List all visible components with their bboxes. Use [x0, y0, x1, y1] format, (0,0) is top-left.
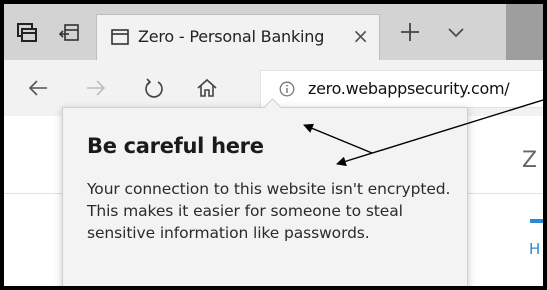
accent-bar [530, 219, 543, 223]
browser-window: Zero - Personal Banking × zero.webappsec… [4, 4, 543, 286]
tab-zero-personal-banking[interactable]: Zero - Personal Banking × [96, 14, 380, 61]
back-arrow-icon[interactable] [24, 74, 52, 102]
refresh-icon[interactable] [140, 74, 168, 102]
popover-title: Be careful here [87, 134, 264, 158]
window-controls-region [506, 4, 543, 60]
page-heading-fragment: Z [522, 148, 538, 173]
info-icon[interactable] [279, 81, 295, 97]
set-aside-tabs-icon[interactable] [56, 20, 82, 46]
tab-actions-icon[interactable] [14, 20, 40, 46]
url-text[interactable]: zero.webappsecurity.com/ [308, 79, 510, 98]
page-icon [111, 28, 129, 46]
forward-arrow-icon[interactable] [82, 74, 110, 102]
plus-icon[interactable] [396, 18, 424, 46]
site-info-popover: Be careful here Your connection to this … [62, 98, 468, 286]
close-icon[interactable]: × [352, 26, 369, 46]
home-icon[interactable] [193, 74, 221, 102]
chevron-down-icon[interactable] [444, 20, 468, 44]
tab-bar: Zero - Personal Banking × [4, 4, 543, 61]
tab-title: Zero - Personal Banking [138, 27, 325, 46]
address-bar[interactable]: zero.webappsecurity.com/ [260, 70, 543, 108]
popover-message: Your connection to this website isn't en… [87, 180, 451, 242]
page-link-fragment[interactable]: H [529, 240, 540, 258]
